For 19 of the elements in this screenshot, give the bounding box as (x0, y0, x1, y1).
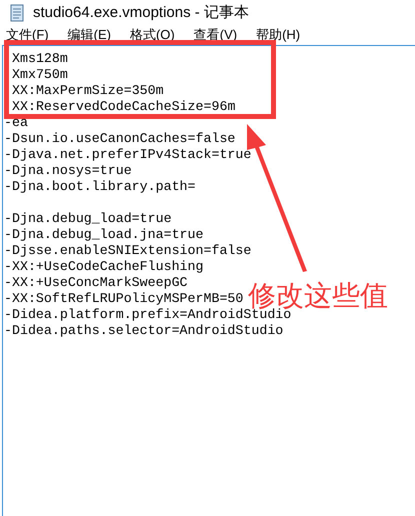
text-line: -Djna.nosys=true (4, 163, 132, 179)
text-line: -XX:SoftRefLRUPolicyMSPerMB=50 (4, 291, 244, 307)
text-line: -Djna.debug_load.jna=true (4, 227, 204, 243)
text-line: XX:ReservedCodeCacheSize=96m (12, 99, 236, 115)
text-line: -Didea.paths.selector=AndroidStudio (4, 323, 284, 339)
text-line: XX:MaxPermSize=350m (12, 83, 164, 99)
text-line: -Djsse.enableSNIExtension=false (4, 243, 252, 259)
text-line: -ea (4, 115, 28, 131)
menu-item[interactable]: 帮助(H) (256, 24, 300, 44)
notepad-icon (9, 4, 25, 22)
text-line: -XX:+UseConcMarkSweepGC (4, 275, 188, 291)
text-line: -Djna.boot.library.path= (4, 179, 196, 195)
text-line: -XX:+UseCodeCacheFlushing (4, 259, 204, 275)
text-line: Xmx750m (12, 67, 68, 83)
text-line: Xms128m (12, 51, 68, 67)
text-line: -Djna.debug_load=true (4, 211, 172, 227)
text-line: -Dsun.io.useCanonCaches=false (4, 131, 236, 147)
text-line: -Djava.net.preferIPv4Stack=true (4, 147, 252, 163)
window-title: studio64.exe.vmoptions - 记事本 (33, 2, 249, 23)
